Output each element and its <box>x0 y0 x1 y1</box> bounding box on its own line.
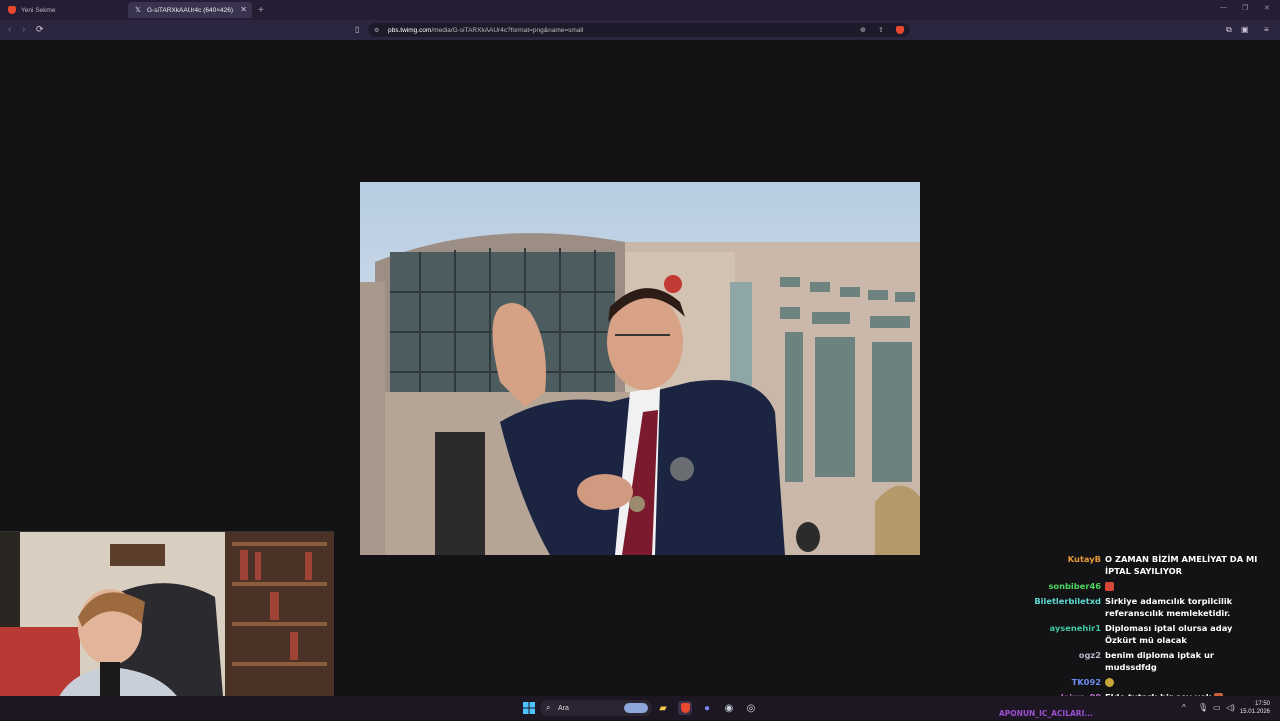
tray-overflow-icon[interactable]: ^ <box>1182 703 1186 712</box>
chat-username: aysenehir1 <box>1049 623 1101 633</box>
chat-text: benim diploma iptak ur mudssdfdg <box>1105 650 1215 672</box>
close-window-icon[interactable]: ✕ <box>1264 4 1270 12</box>
chat-message: ogz2 benim diploma iptak ur mudssdfdg <box>1000 649 1280 673</box>
chat-message: KutayB O ZAMAN BİZİM AMELİYAT DA MI İPTA… <box>1000 553 1280 577</box>
zoom-icon[interactable]: ⊕ <box>860 26 866 34</box>
emote-icon <box>1105 582 1114 591</box>
clock-time: 17:50 <box>1254 701 1270 707</box>
chat-username: KutayB <box>1067 554 1101 564</box>
chat-text: Diploması iptal olursa aday Özkürt mü ol… <box>1105 623 1233 645</box>
browser-tab-bar: Yeni Sekme 𝕏 G-siTARXkAAUr4c (640×426) ✕… <box>0 0 1280 20</box>
webcam-overlay <box>0 531 334 720</box>
extensions-icon[interactable]: ⧉ <box>1226 25 1232 35</box>
site-info-icon[interactable]: ⚙ <box>374 27 379 34</box>
back-icon[interactable]: ‹ <box>8 24 11 35</box>
displayed-image[interactable] <box>360 182 920 555</box>
chat-message: Biletlerbiletxd Sirkiye adamcılık torpil… <box>1000 595 1280 619</box>
microphone-icon[interactable]: 🎙 <box>1198 703 1208 712</box>
bookmark-icon[interactable]: ▯ <box>355 25 359 34</box>
tab-title: Yeni Sekme <box>21 6 56 14</box>
brave-lion-icon <box>8 6 16 14</box>
windows-start-icon[interactable] <box>522 701 536 715</box>
taskbar-search[interactable]: ⌕ Ara <box>540 700 652 716</box>
chat-message: sonbiber46 <box>1000 580 1280 592</box>
restore-icon[interactable]: ❐ <box>1242 4 1248 12</box>
brave-shields-icon[interactable] <box>896 26 904 34</box>
menu-icon[interactable]: ≡ <box>1264 25 1269 34</box>
browser-toolbar: ‹ › ⟳ ▯ ⚙ pbs.twimg.com/media/G-siTARXkA… <box>0 20 1280 40</box>
search-highlight-icon <box>624 703 648 713</box>
tab-new-tab[interactable]: Yeni Sekme <box>2 2 126 18</box>
search-icon: ⌕ <box>546 703 551 712</box>
tab-title: G-siTARXkAAUr4c (640×426) <box>147 6 234 14</box>
chat-message: TK092 <box>1000 676 1280 688</box>
chat-message: aysenehir1 Diploması iptal olursa aday Ö… <box>1000 622 1280 646</box>
stream-ticker: APONUN_IC_ACILARI... <box>999 709 1093 718</box>
wallet-icon[interactable]: ▣ <box>1241 25 1249 34</box>
volume-icon[interactable]: ◁) <box>1226 703 1235 712</box>
url-path: /media/G-siTARXkAAUr4c?format=png&name=s… <box>431 26 584 34</box>
minimize-icon[interactable]: — <box>1220 4 1227 11</box>
chat-text: O ZAMAN BİZİM AMELİYAT DA MI İPTAL SAYIL… <box>1105 554 1258 576</box>
obs-icon[interactable]: ◎ <box>744 701 758 715</box>
network-icon[interactable]: ▭ <box>1213 703 1221 712</box>
emote-icon <box>1105 678 1114 687</box>
search-label: Ara <box>558 704 569 712</box>
steam-icon[interactable]: ◉ <box>722 701 736 715</box>
address-bar[interactable]: ⚙ pbs.twimg.com/media/G-siTARXkAAUr4c?fo… <box>368 23 910 37</box>
chat-text: Sirkiye adamcılık torpilcilik referanscı… <box>1105 596 1233 618</box>
reload-icon[interactable]: ⟳ <box>36 24 44 35</box>
brave-browser-icon[interactable] <box>678 701 692 715</box>
forward-icon[interactable]: › <box>22 24 25 35</box>
clock-date: 15.01.2026 <box>1239 709 1270 715</box>
discord-icon[interactable]: ● <box>700 701 714 715</box>
chat-username: ogz2 <box>1078 650 1101 660</box>
system-clock[interactable]: 17:50 15.01.2026 <box>1240 700 1270 716</box>
close-tab-icon[interactable]: ✕ <box>240 5 247 14</box>
chat-username: Biletlerbiletxd <box>1034 596 1101 606</box>
file-explorer-icon[interactable]: ▰ <box>656 701 670 715</box>
new-tab-button[interactable]: + <box>258 5 264 16</box>
chat-username: sonbiber46 <box>1048 581 1101 591</box>
tab-image[interactable]: 𝕏 G-siTARXkAAUr4c (640×426) ✕ <box>128 2 252 18</box>
x-logo-icon: 𝕏 <box>135 7 141 14</box>
url-host: pbs.twimg.com <box>388 26 432 34</box>
chat-username: TK092 <box>1071 677 1101 687</box>
share-icon[interactable]: ⇪ <box>878 26 884 34</box>
